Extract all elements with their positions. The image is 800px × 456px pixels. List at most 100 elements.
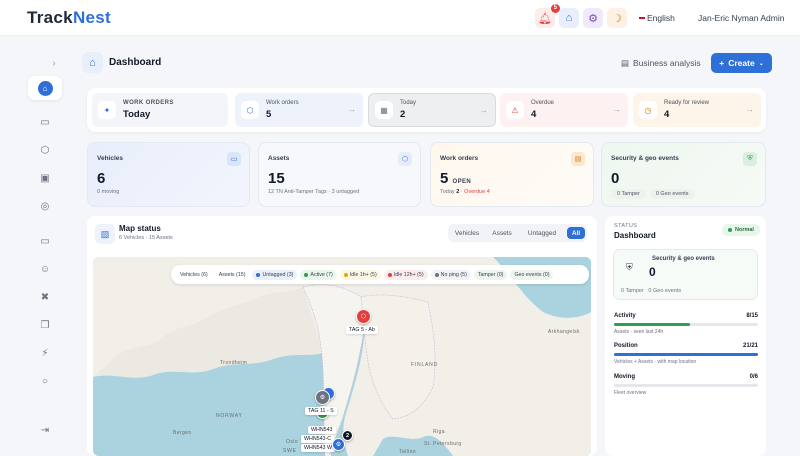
- asset-marker[interactable]: ⬡: [356, 309, 371, 324]
- filter-assets[interactable]: Assets (15): [215, 270, 250, 280]
- place-label: Riga: [433, 429, 445, 435]
- sidebar: › ⌂ ▭ ⬡ ▣ ◎ ▭ ☺ ✖ ❐ ⚡︎ ○ ⇥: [0, 36, 72, 453]
- asset-marker[interactable]: ⚙: [332, 438, 345, 451]
- place-label: Tallinn: [399, 449, 416, 455]
- metric-moving: Moving 0/6 Fleet overview: [614, 374, 758, 396]
- plus-icon: +: [719, 58, 725, 68]
- filter-geo-events[interactable]: Geo events (0): [510, 269, 554, 280]
- marker-label: TAG 5 - Ab: [346, 326, 378, 334]
- marker-label: TAG 11 - S: [305, 407, 337, 415]
- wo-card-ready-for-review[interactable]: ◷ Ready for review 4 →: [633, 93, 761, 127]
- user-menu[interactable]: Jan-Eric Nyman Admin: [698, 13, 784, 23]
- map-status-subtitle: 6 Vehicles · 15 Assets: [119, 235, 173, 241]
- briefcase-icon[interactable]: ▭: [36, 232, 54, 250]
- clock-icon: ◷: [639, 101, 657, 119]
- calendar-icon: ▦: [375, 101, 393, 119]
- segment-untagged[interactable]: Untagged: [520, 227, 564, 239]
- metric-position: Position 21/21 Vehicles + Assets · with m…: [614, 343, 758, 365]
- place-label: Trondheim: [220, 360, 248, 366]
- marker-label: WHN543-C: [301, 435, 335, 443]
- segment-assets[interactable]: Assets: [486, 227, 518, 239]
- tools-icon[interactable]: ✖: [36, 288, 54, 306]
- create-button[interactable]: + Create ⌄: [711, 53, 772, 73]
- work-orders-header: ✦ WORK ORDERS Today: [92, 93, 228, 127]
- home-icon: ⌂: [565, 12, 573, 24]
- metric-activity: Activity 8/15 Assets · seen last 24h: [614, 313, 758, 335]
- status-panel: STATUS Dashboard Normal ⛨ Security & geo…: [605, 216, 766, 456]
- language-selector[interactable]: English: [639, 13, 675, 23]
- security-events-card[interactable]: Security & geo events 0 0 Tamper 0 Geo ev…: [601, 142, 766, 207]
- map-legend-filters: Vehicles (6) Assets (15) Untagged (3) Ac…: [171, 265, 589, 284]
- app-logo[interactable]: TrackNest: [27, 8, 111, 28]
- sidebar-item-dashboard[interactable]: ⌂: [28, 76, 62, 100]
- bolt-icon[interactable]: ⚡︎: [36, 344, 54, 362]
- status-badge: Normal: [722, 224, 760, 236]
- security-summary-card[interactable]: ⛨ Security & geo events 0 0 Tamper 0 Geo…: [613, 249, 758, 300]
- place-label: FINLAND: [411, 362, 438, 368]
- bell-icon: 🔔︎: [538, 12, 552, 25]
- vehicles-card[interactable]: Vehicles 6 0 moving ▭: [87, 142, 250, 207]
- notifications-button[interactable]: 🔔︎ 5: [535, 4, 560, 28]
- filter-no-ping[interactable]: No ping (5): [430, 269, 471, 280]
- sparkle-icon: ✦: [98, 101, 116, 119]
- alerts-icon[interactable]: ○: [36, 372, 54, 390]
- wo-card-overdue[interactable]: ⚠︎ Overdue 4 →: [500, 93, 628, 127]
- map-view[interactable]: Arkhangelsk Trondheim FINLAND NORWAY Ber…: [93, 257, 591, 456]
- segment-all[interactable]: All: [567, 227, 585, 239]
- chip-icon[interactable]: ▣: [36, 169, 54, 187]
- page-title: Dashboard: [109, 57, 162, 68]
- logout-icon[interactable]: ⇥: [36, 421, 54, 439]
- collapse-icon[interactable]: ›: [45, 54, 63, 72]
- place-label: Bergen: [173, 430, 192, 436]
- top-bar: TrackNest 🔔︎ 5 ⌂ ⚙ ☽ English Jan-Eric Ny…: [0, 0, 800, 36]
- filter-vehicles[interactable]: Vehicles (6): [176, 270, 212, 280]
- documents-icon[interactable]: ❐: [36, 316, 54, 334]
- gear-icon: ⚙: [319, 395, 326, 401]
- business-analysis-link[interactable]: ▤ Business analysis: [621, 58, 701, 69]
- place-label: St. Petersburg: [424, 441, 462, 447]
- users-icon[interactable]: ☺: [36, 260, 54, 278]
- settings-button[interactable]: ⚙: [583, 8, 603, 28]
- map-filter-segment: Vehicles Assets Untagged All: [448, 224, 587, 242]
- arrow-right-icon: →: [613, 105, 621, 114]
- segment-vehicles[interactable]: Vehicles: [450, 227, 484, 239]
- gear-icon: ⚙: [335, 442, 342, 448]
- gear-icon: ⚙: [588, 12, 598, 25]
- filter-idle-1h[interactable]: Idle 1h+ (5): [339, 269, 381, 280]
- box-icon[interactable]: ⬡: [36, 141, 54, 159]
- warning-icon: ⚠︎: [506, 101, 524, 119]
- map-base: [93, 257, 591, 456]
- home-icon: ⌂: [37, 80, 53, 96]
- status-title: Dashboard: [614, 231, 656, 240]
- wo-card-work-orders[interactable]: ⬡ Work orders 5 →: [235, 93, 363, 127]
- filter-tamper[interactable]: Tamper (0): [473, 269, 508, 280]
- cluster-marker[interactable]: 2: [342, 430, 353, 441]
- arrow-right-icon: →: [746, 105, 754, 114]
- theme-toggle[interactable]: ☽: [607, 8, 627, 28]
- filter-idle-12h[interactable]: Idle 12h+ (5): [383, 269, 428, 280]
- globe-icon[interactable]: ◎: [36, 197, 54, 215]
- wo-card-today[interactable]: ▦ Today 2 →: [368, 93, 496, 127]
- place-label: Arkhangelsk: [548, 329, 580, 335]
- home-button[interactable]: ⌂: [559, 8, 579, 28]
- shield-icon: ⛨: [626, 262, 633, 272]
- page-home-icon: ⌂: [82, 52, 103, 73]
- shield-icon: ⛨: [743, 152, 757, 166]
- work-orders-strip: ✦ WORK ORDERS Today ⬡ Work orders 5 → ▦ To…: [87, 88, 766, 132]
- marker-label: WHN543: [308, 426, 336, 434]
- filter-active[interactable]: Active (7): [300, 269, 337, 280]
- asset-marker[interactable]: ⚙: [315, 390, 330, 405]
- assets-card[interactable]: Assets 15 12 TN Anti-Tamper Tags · 3 unt…: [258, 142, 421, 207]
- work-orders-card[interactable]: Work orders 5 OPEN Today 2 · Overdue 4 ▤: [430, 142, 594, 207]
- report-icon: ▤: [621, 58, 630, 68]
- box-icon: ⬡: [360, 314, 367, 320]
- arrow-right-icon: →: [348, 105, 356, 114]
- filter-untagged[interactable]: Untagged (3): [252, 269, 298, 280]
- clipboard-icon: ▤: [571, 152, 585, 166]
- box-icon: ⬡: [398, 152, 412, 166]
- place-label: SWE: [283, 448, 297, 454]
- map-status-panel: ▧ Map status 6 Vehicles · 15 Assets Vehi…: [87, 216, 597, 456]
- flag-icon: [639, 16, 645, 21]
- truck-icon[interactable]: ▭: [36, 113, 54, 131]
- map-icon: ▧: [95, 224, 115, 244]
